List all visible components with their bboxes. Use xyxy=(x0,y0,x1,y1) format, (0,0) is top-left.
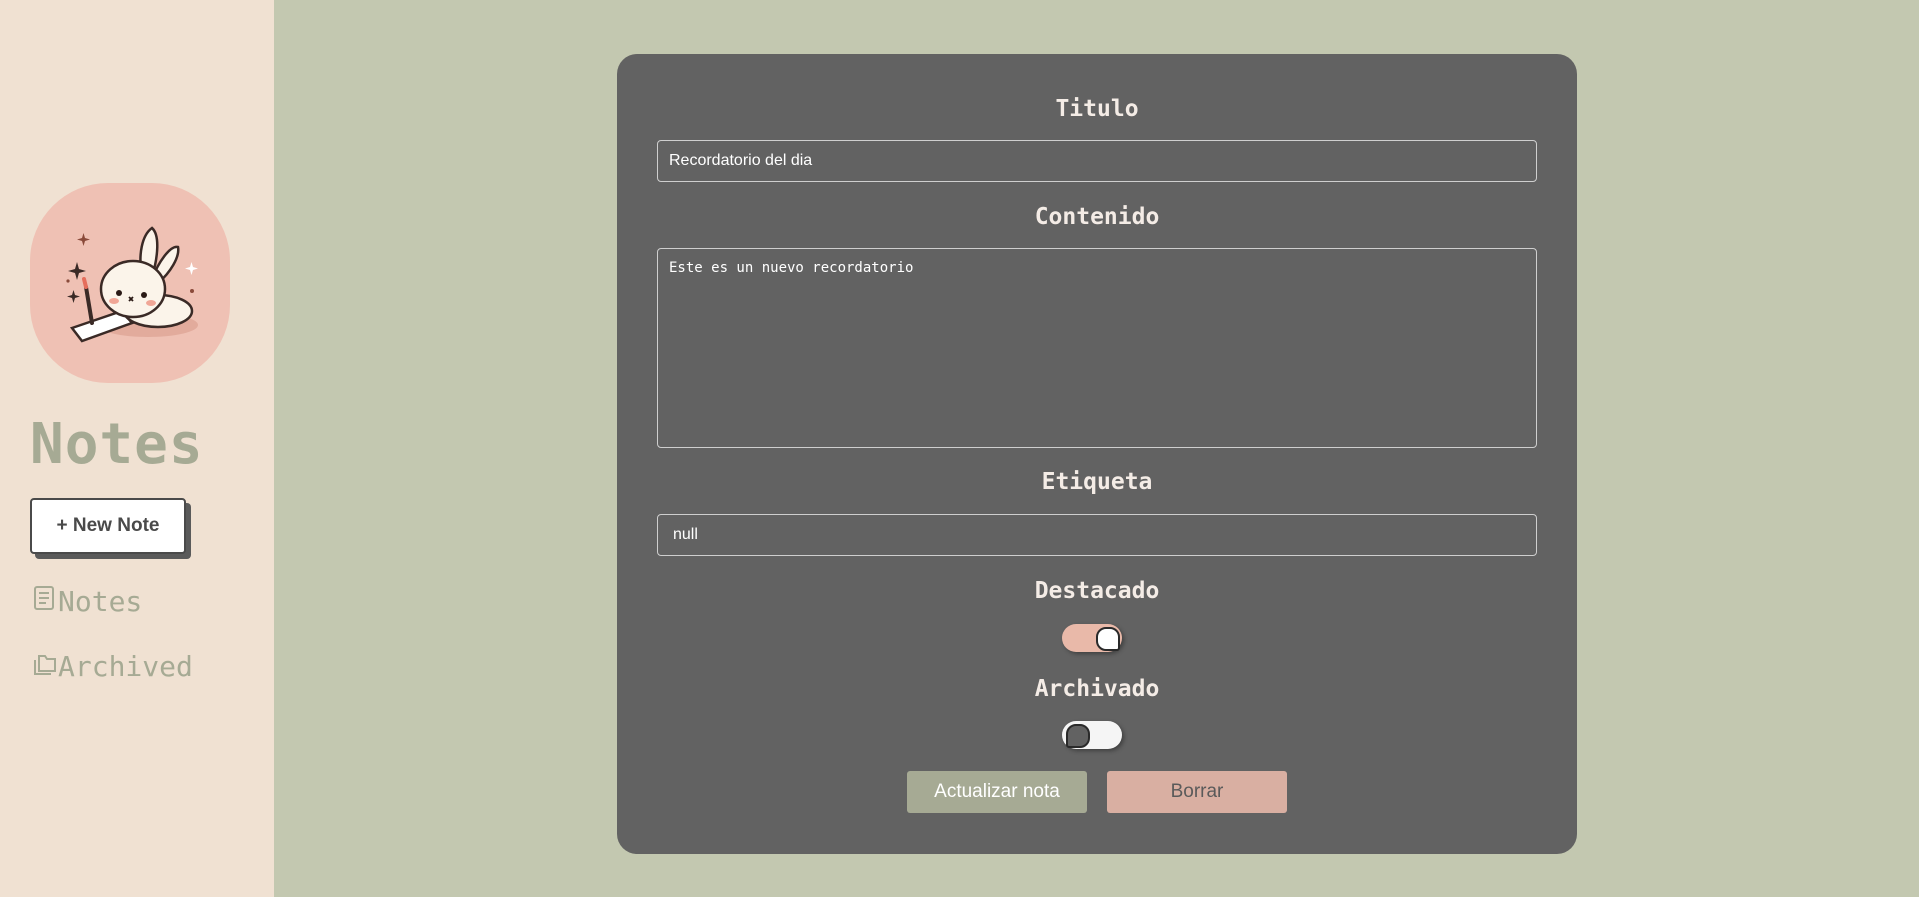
toggle-knob xyxy=(1066,724,1090,748)
featured-toggle[interactable] xyxy=(1062,624,1122,652)
nav-item-label: Notes xyxy=(58,585,143,618)
archived-label: Archivado xyxy=(1034,676,1160,702)
content-textarea[interactable]: Este es un nuevo recordatorio xyxy=(657,248,1537,448)
content-label: Contenido xyxy=(1034,204,1160,230)
update-note-button[interactable]: Actualizar nota xyxy=(907,771,1087,813)
app-title: Notes xyxy=(30,412,204,477)
tag-label: Etiqueta xyxy=(1041,469,1153,495)
bunny-writing-icon xyxy=(30,183,230,383)
title-label: Titulo xyxy=(1055,96,1139,122)
delete-button[interactable]: Borrar xyxy=(1107,771,1287,813)
nav-item-label: Archived xyxy=(58,650,193,683)
tag-input[interactable] xyxy=(657,514,1537,556)
title-input[interactable] xyxy=(657,140,1537,182)
featured-label: Destacado xyxy=(1034,578,1160,604)
edit-note-form: Titulo Contenido Este es un nuevo record… xyxy=(617,54,1577,854)
archived-toggle[interactable] xyxy=(1062,721,1122,749)
toggle-knob xyxy=(1096,627,1120,651)
new-note-button[interactable]: + New Note xyxy=(30,498,186,554)
sidebar: Notes + New Note Notes Archived xyxy=(0,0,274,897)
nav-item-archived[interactable]: Archived xyxy=(32,650,193,683)
nav-item-notes[interactable]: Notes xyxy=(32,585,142,618)
folders-icon xyxy=(34,655,56,675)
note-icon xyxy=(34,586,54,610)
